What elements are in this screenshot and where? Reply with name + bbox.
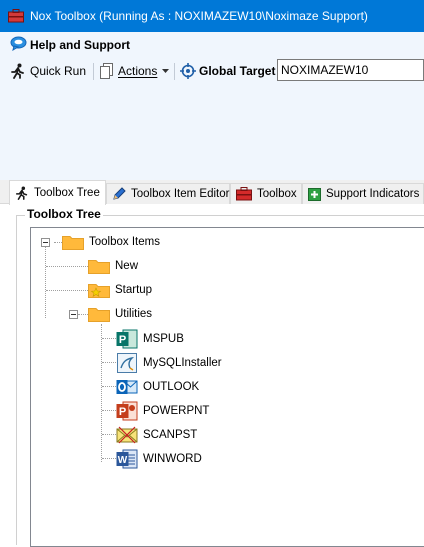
tree-node-startup[interactable]: Startup	[88, 282, 152, 298]
group-box-title: Toolbox Tree	[25, 207, 103, 221]
quick-run-label: Quick Run	[30, 64, 87, 78]
toolbox-app-icon	[8, 9, 24, 26]
star-folder-icon	[88, 282, 110, 298]
help-bubble-icon	[10, 36, 27, 54]
red-toolbox-icon	[236, 187, 252, 201]
tab-label: Toolbox	[257, 188, 297, 200]
window-title: Nox Toolbox (Running As : NOXIMAZEW10\No…	[30, 9, 368, 23]
tree-node-label: New	[115, 260, 139, 272]
toolbox-tree-panel: Toolbox Tree Toolbox Items New Startup U…	[0, 204, 424, 547]
tree-node-label: WINWORD	[143, 453, 202, 465]
tab-support-indicators[interactable]: Support Indicators	[302, 183, 424, 204]
toolbar-separator	[93, 63, 94, 80]
tree-node-label: MSPUB	[143, 333, 184, 345]
tab-toolbox-tree[interactable]: Toolbox Tree	[9, 180, 106, 205]
tree-node-label: MySQLInstaller	[143, 357, 222, 369]
tab-toolbox[interactable]: Toolbox	[230, 183, 302, 204]
svg-text:P: P	[119, 406, 126, 418]
help-and-support-label: Help and Support	[30, 38, 130, 52]
tab-label: Support Indicators	[326, 188, 420, 200]
toolbox-tree-view[interactable]: Toolbox Items New Startup Utilities P MS…	[30, 227, 424, 547]
folder-icon	[88, 306, 110, 322]
tab-label: Toolbox Item Editor	[131, 188, 230, 200]
chevron-down-icon	[162, 69, 170, 73]
publisher-icon: P	[116, 329, 138, 349]
outlook-icon	[116, 377, 138, 397]
tree-node-mysqlinstaller[interactable]: MySQLInstaller	[116, 353, 222, 373]
tree-node-outlook[interactable]: OUTLOOK	[116, 377, 199, 397]
toolbar-area: Help and Support Quick Run Actions Globa…	[0, 32, 424, 180]
tree-node-scanpst[interactable]: SCANPST	[116, 425, 197, 445]
word-icon: W	[116, 449, 138, 469]
pencil-icon	[112, 187, 126, 201]
actions-label: Actions	[118, 64, 158, 78]
tree-node-mspub[interactable]: P MSPUB	[116, 329, 184, 349]
actions-dropdown[interactable]: Actions	[100, 63, 170, 79]
tree-node-label: Utilities	[115, 308, 153, 320]
tree-node-utilities[interactable]: Utilities	[88, 306, 152, 322]
tab-strip: Toolbox Tree Toolbox Item Editor Toolbox	[0, 180, 424, 205]
tree-node-label: SCANPST	[143, 429, 198, 441]
scanpst-icon	[116, 425, 138, 445]
mysql-installer-icon	[116, 353, 138, 373]
tree-node-label: POWERPNT	[143, 405, 210, 417]
tab-toolbox-item-editor[interactable]: Toolbox Item Editor	[106, 183, 230, 204]
svg-text:W: W	[118, 455, 128, 466]
tree-node-label: Startup	[115, 284, 153, 296]
collapse-toggle[interactable]	[69, 310, 78, 319]
actions-pages-icon	[100, 63, 114, 79]
green-plus-icon	[308, 187, 321, 201]
tree-node-label: OUTLOOK	[143, 381, 200, 393]
folder-icon	[88, 258, 110, 274]
powerpoint-icon: P	[116, 401, 138, 421]
folder-icon	[62, 234, 84, 250]
tree-node-new[interactable]: New	[88, 258, 138, 274]
svg-text:P: P	[119, 334, 126, 346]
running-man-icon	[10, 63, 26, 79]
title-bar: Nox Toolbox (Running As : NOXIMAZEW10\No…	[0, 0, 424, 32]
tree-node-toolbox-items[interactable]: Toolbox Items	[62, 234, 160, 250]
tree-node-winword[interactable]: W WINWORD	[116, 449, 202, 469]
toolbar-separator	[174, 63, 175, 80]
target-crosshair-icon	[180, 63, 196, 79]
tab-label: Toolbox Tree	[34, 187, 100, 199]
running-man-icon	[15, 186, 29, 200]
global-target-label-group: Global Target	[180, 63, 275, 79]
global-target-input[interactable]	[277, 59, 424, 81]
help-and-support-menu[interactable]: Help and Support	[10, 36, 130, 54]
global-target-label: Global Target	[199, 64, 276, 78]
tree-node-label: Toolbox Items	[89, 236, 160, 248]
collapse-toggle[interactable]	[41, 238, 50, 247]
quick-run-button[interactable]: Quick Run	[10, 63, 86, 79]
tree-node-powerpnt[interactable]: P POWERPNT	[116, 401, 209, 421]
